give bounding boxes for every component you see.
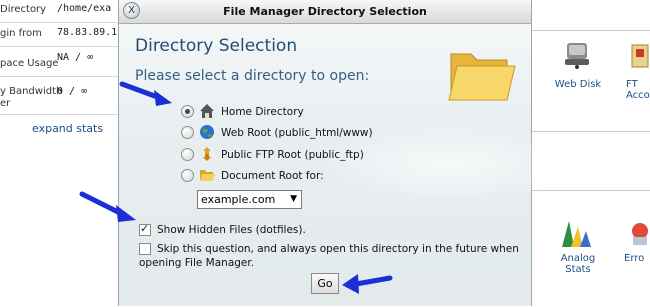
dialog-titlebar: X File Manager Directory Selection — [119, 0, 531, 24]
stat-row-space: pace Usage NA / ∞ — [0, 52, 120, 74]
stat-label: pace Usage — [0, 58, 59, 69]
option-label: Public FTP Root (public_ftp) — [221, 149, 364, 161]
error-log-icon — [632, 223, 648, 245]
domain-select-value: example.com — [201, 193, 276, 206]
dialog-content: Directory Selection Please select a dire… — [119, 24, 579, 306]
analog-stats-icon — [562, 221, 591, 247]
stat-label: Directory — [0, 4, 47, 15]
analog-stats-link[interactable]: Analog Stats — [548, 253, 608, 275]
stat-row-login: gin from 78.83.89.1 — [0, 24, 120, 46]
stat-value: 0 / ∞ — [57, 86, 88, 97]
stat-label-cont: er — [0, 98, 11, 109]
stat-value: 78.83.89.1 — [57, 27, 118, 38]
home-directory-radio[interactable] — [181, 105, 194, 118]
link-line: FT — [626, 79, 638, 90]
web-disk-icon — [565, 43, 589, 69]
annotation-arrow-icon — [119, 81, 172, 106]
globe-icon — [200, 125, 214, 139]
document-root-radio[interactable] — [181, 169, 194, 182]
stat-row-directory: Directory /home/exa — [0, 0, 120, 22]
stats-panel: Directory /home/exa gin from 78.83.89.1 … — [0, 0, 120, 306]
stat-value: NA / ∞ — [57, 52, 94, 63]
stat-row-bandwidth: y Bandwidth er 0 / ∞ — [0, 82, 120, 112]
files-section: Web Disk FT Acco — [530, 30, 650, 132]
dialog-heading: Directory Selection — [135, 36, 298, 56]
skip-question-label: Skip this question, and always open this… — [139, 242, 519, 270]
go-button[interactable]: Go — [311, 273, 339, 294]
ftp-accounts-link[interactable]: FT Acco — [626, 79, 650, 101]
directory-selection-dialog: X File Manager Directory Selection Direc… — [118, 0, 579, 306]
link-line: Analog — [560, 253, 596, 264]
domain-select[interactable]: example.com ▼ — [197, 190, 302, 209]
option-label: Document Root for: — [221, 170, 324, 182]
stat-value: /home/exa — [57, 3, 112, 14]
divider — [0, 76, 120, 77]
home-icon — [200, 104, 214, 118]
logs-section: Analog Stats Erro — [530, 190, 650, 307]
skip-question-line1: Skip this question, and always open this… — [157, 243, 519, 255]
divider — [0, 46, 120, 47]
skip-question-line2: opening File Manager. — [139, 257, 255, 269]
link-line: Acco — [626, 90, 650, 101]
web-disk-link[interactable]: Web Disk — [548, 79, 608, 90]
ftp-icon — [203, 147, 211, 161]
folder-open-icon — [200, 170, 215, 181]
expand-stats-link[interactable]: expand stats — [32, 122, 103, 135]
option-label: Web Root (public_html/www) — [221, 127, 373, 139]
divider — [0, 114, 120, 115]
divider — [0, 22, 120, 23]
public-ftp-radio[interactable] — [181, 148, 194, 161]
link-line: Stats — [565, 264, 591, 275]
chevron-down-icon: ▼ — [290, 194, 297, 204]
web-root-radio[interactable] — [181, 126, 194, 139]
show-hidden-files-label: Show Hidden Files (dotfiles). — [157, 224, 306, 236]
stat-label: y Bandwidth — [0, 86, 63, 97]
dialog-title: File Manager Directory Selection — [223, 5, 427, 18]
show-hidden-files-checkbox[interactable] — [139, 222, 151, 236]
annotation-arrow-icon — [342, 274, 393, 294]
folder-icon — [448, 53, 516, 101]
error-log-link[interactable]: Erro — [624, 253, 650, 264]
ftp-accounts-icon — [631, 44, 649, 68]
annotation-arrow-icon — [79, 191, 136, 222]
stat-label: gin from — [0, 28, 42, 39]
option-label: Home Directory — [221, 106, 304, 118]
